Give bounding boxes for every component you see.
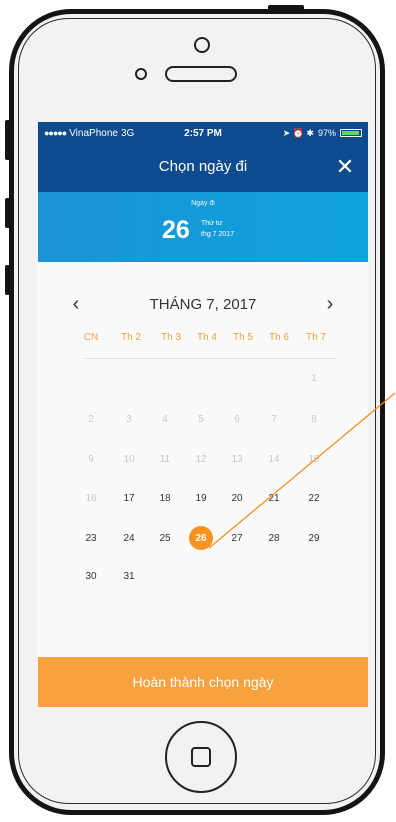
chevron-right-icon: › [326,292,334,315]
calendar-day: 9 [88,453,94,465]
calendar-day: 16 [85,492,97,504]
calendar-day: 15 [308,453,320,465]
calendar-day: 3 [126,413,132,425]
battery-level [342,131,360,135]
calendar-day: 5 [198,413,204,425]
calendar-day: 7 [271,413,277,425]
app-screen: ●●●●● VinaPhone 3G 2:57 PM ➤ ⏰ ✱ 97% Chọ… [38,122,368,707]
speaker-icon [165,66,237,82]
divider [84,358,336,359]
calendar-day[interactable]: 22 [299,484,329,512]
calendar-day: 6 [234,413,240,425]
sensor-icon [135,68,147,80]
camera-icon [194,37,210,53]
weekday-label: Th 2 [120,332,141,343]
calendar-day[interactable]: 25 [150,524,180,552]
page-title: Chọn ngày đi [158,158,248,175]
selected-day-number: 26 [162,216,190,244]
calendar-day[interactable]: 31 [114,562,144,590]
calendar-day[interactable]: 21 [259,484,289,512]
home-button[interactable] [165,721,237,793]
battery-percent: 97% [317,128,336,138]
weekday-label: Th 3 [160,332,181,343]
weekday-label: Th 6 [268,332,289,343]
selected-date-banner: Ngày đi 26 Thứ tư thg 7 2017 [38,192,368,262]
weekday-label: Th 5 [232,332,253,343]
calendar-day: 12 [195,453,207,465]
calendar-day: 10 [123,453,135,465]
close-icon: ✕ [335,154,355,179]
calendar-day[interactable]: 17 [114,484,144,512]
departure-date-label: Ngày đi [191,200,215,207]
weekday-label: CN [83,332,99,343]
status-bar: ●●●●● VinaPhone 3G 2:57 PM ➤ ⏰ ✱ 97% [38,122,368,144]
calendar-day: 11 [159,453,171,465]
calendar-day[interactable]: 23 [76,524,106,552]
battery-icon [340,129,362,137]
selected-month-year: thg 7 2017 [201,231,235,238]
calendar-day[interactable]: 24 [114,524,144,552]
nav-bar: Chọn ngày đi ✕ [38,144,368,192]
calendar-day: 8 [311,413,317,425]
calendar-day[interactable]: 29 [299,524,329,552]
calendar-day[interactable]: 28 [259,524,289,552]
calendar-day: 1 [311,372,317,384]
calendar-day: 14 [268,453,280,465]
calendar-header: ‹ THÁNG 7, 2017 › [38,290,368,318]
calendar-day[interactable]: 27 [222,524,252,552]
calendar-day[interactable]: 19 [186,484,216,512]
status-icons: ➤ ⏰ ✱ [282,127,314,138]
weekday-label: Th 7 [305,332,326,343]
weekday-header-row: CN Th 2 Th 3 Th 4 Th 5 Th 6 Th 7 [78,332,340,350]
calendar-day[interactable]: 18 [150,484,180,512]
calendar-day: 13 [231,453,243,465]
calendar-day[interactable]: 20 [222,484,252,512]
calendar-day: 2 [88,413,94,425]
complete-selection-button[interactable]: Hoàn thành chọn ngày [38,657,368,707]
calendar-day-selected[interactable]: 26 [189,526,213,550]
calendar-day: 4 [162,413,168,425]
calendar: ‹ THÁNG 7, 2017 › CN Th 2 Th 3 Th 4 Th 5 Th 6… [38,262,368,657]
carrier-name: VinaPhone [69,127,118,139]
signal-dots: ●●●●● [44,128,67,138]
network-type: 3G [120,127,135,139]
weekday-label: Th 4 [196,332,217,343]
close-button[interactable]: ✕ [332,154,358,180]
selected-weekday: Thứ tư [201,220,223,227]
next-month-button[interactable]: › [316,290,344,318]
calendar-day[interactable]: 30 [76,562,106,590]
home-square-icon [191,747,211,767]
